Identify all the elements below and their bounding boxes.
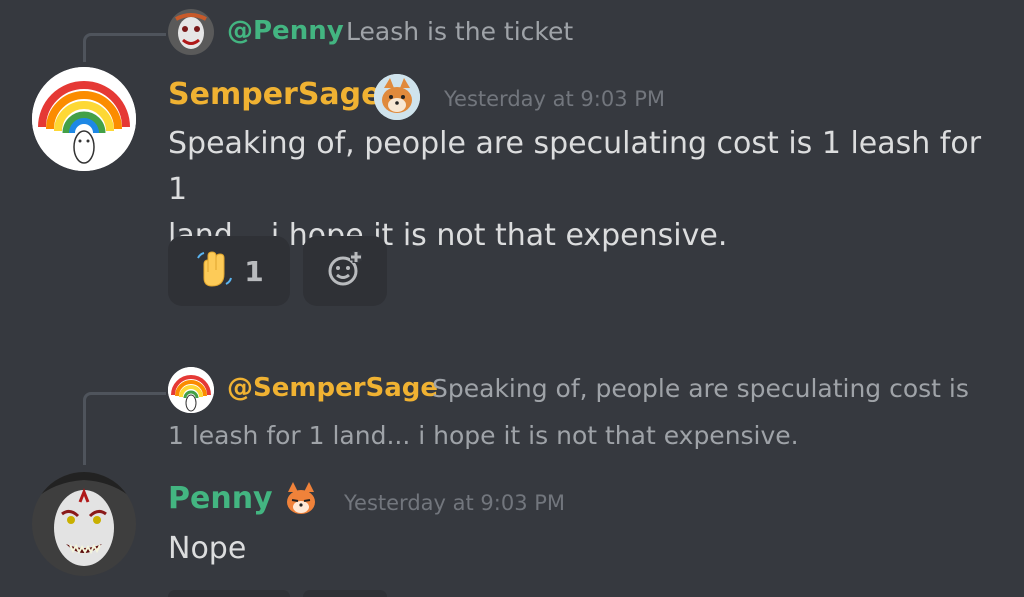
add-reaction-button[interactable] [303,236,387,306]
reaction-count: 1 [244,254,264,288]
reply-connector-line [83,392,166,465]
reply-connector-line [83,33,166,62]
message-timestamp: Yesterday at 9:03 PM [444,87,666,111]
message-line: land... i hope it is not that expensive. [168,218,728,253]
add-reaction-partial[interactable] [303,590,387,597]
avatar-sempersage[interactable] [32,67,136,171]
reply-preview-text[interactable]: Speaking of, people are speculating cost… [432,374,969,403]
add-emoji-icon [325,249,365,293]
reaction-partial[interactable] [168,590,290,597]
message-content: Nope [168,531,247,566]
reply-preview-text[interactable]: 1 leash for 1 land... i hope it is not t… [168,421,799,450]
reply-avatar-penny[interactable] [168,9,214,55]
message-timestamp: Yesterday at 9:03 PM [344,491,566,515]
message-content: Speaking of, people are speculating cost… [168,121,1008,259]
message-line: Speaking of, people are speculating cost… [168,126,982,207]
reaction-wave[interactable]: 1 [168,236,290,306]
shiba-badge-icon[interactable] [374,74,420,120]
avatar-penny[interactable] [32,472,136,576]
reply-mention[interactable]: @SemperSage [227,373,438,403]
username-sempersage[interactable]: SemperSage [168,77,382,112]
username-penny[interactable]: Penny [168,481,273,516]
reply-mention[interactable]: @Penny [227,16,344,46]
wave-emoji-icon [194,248,234,294]
reply-preview-text[interactable]: Leash is the ticket [346,17,573,46]
shiba-token-badge-icon[interactable] [282,480,320,518]
reply-avatar-sempersage[interactable] [168,367,214,413]
